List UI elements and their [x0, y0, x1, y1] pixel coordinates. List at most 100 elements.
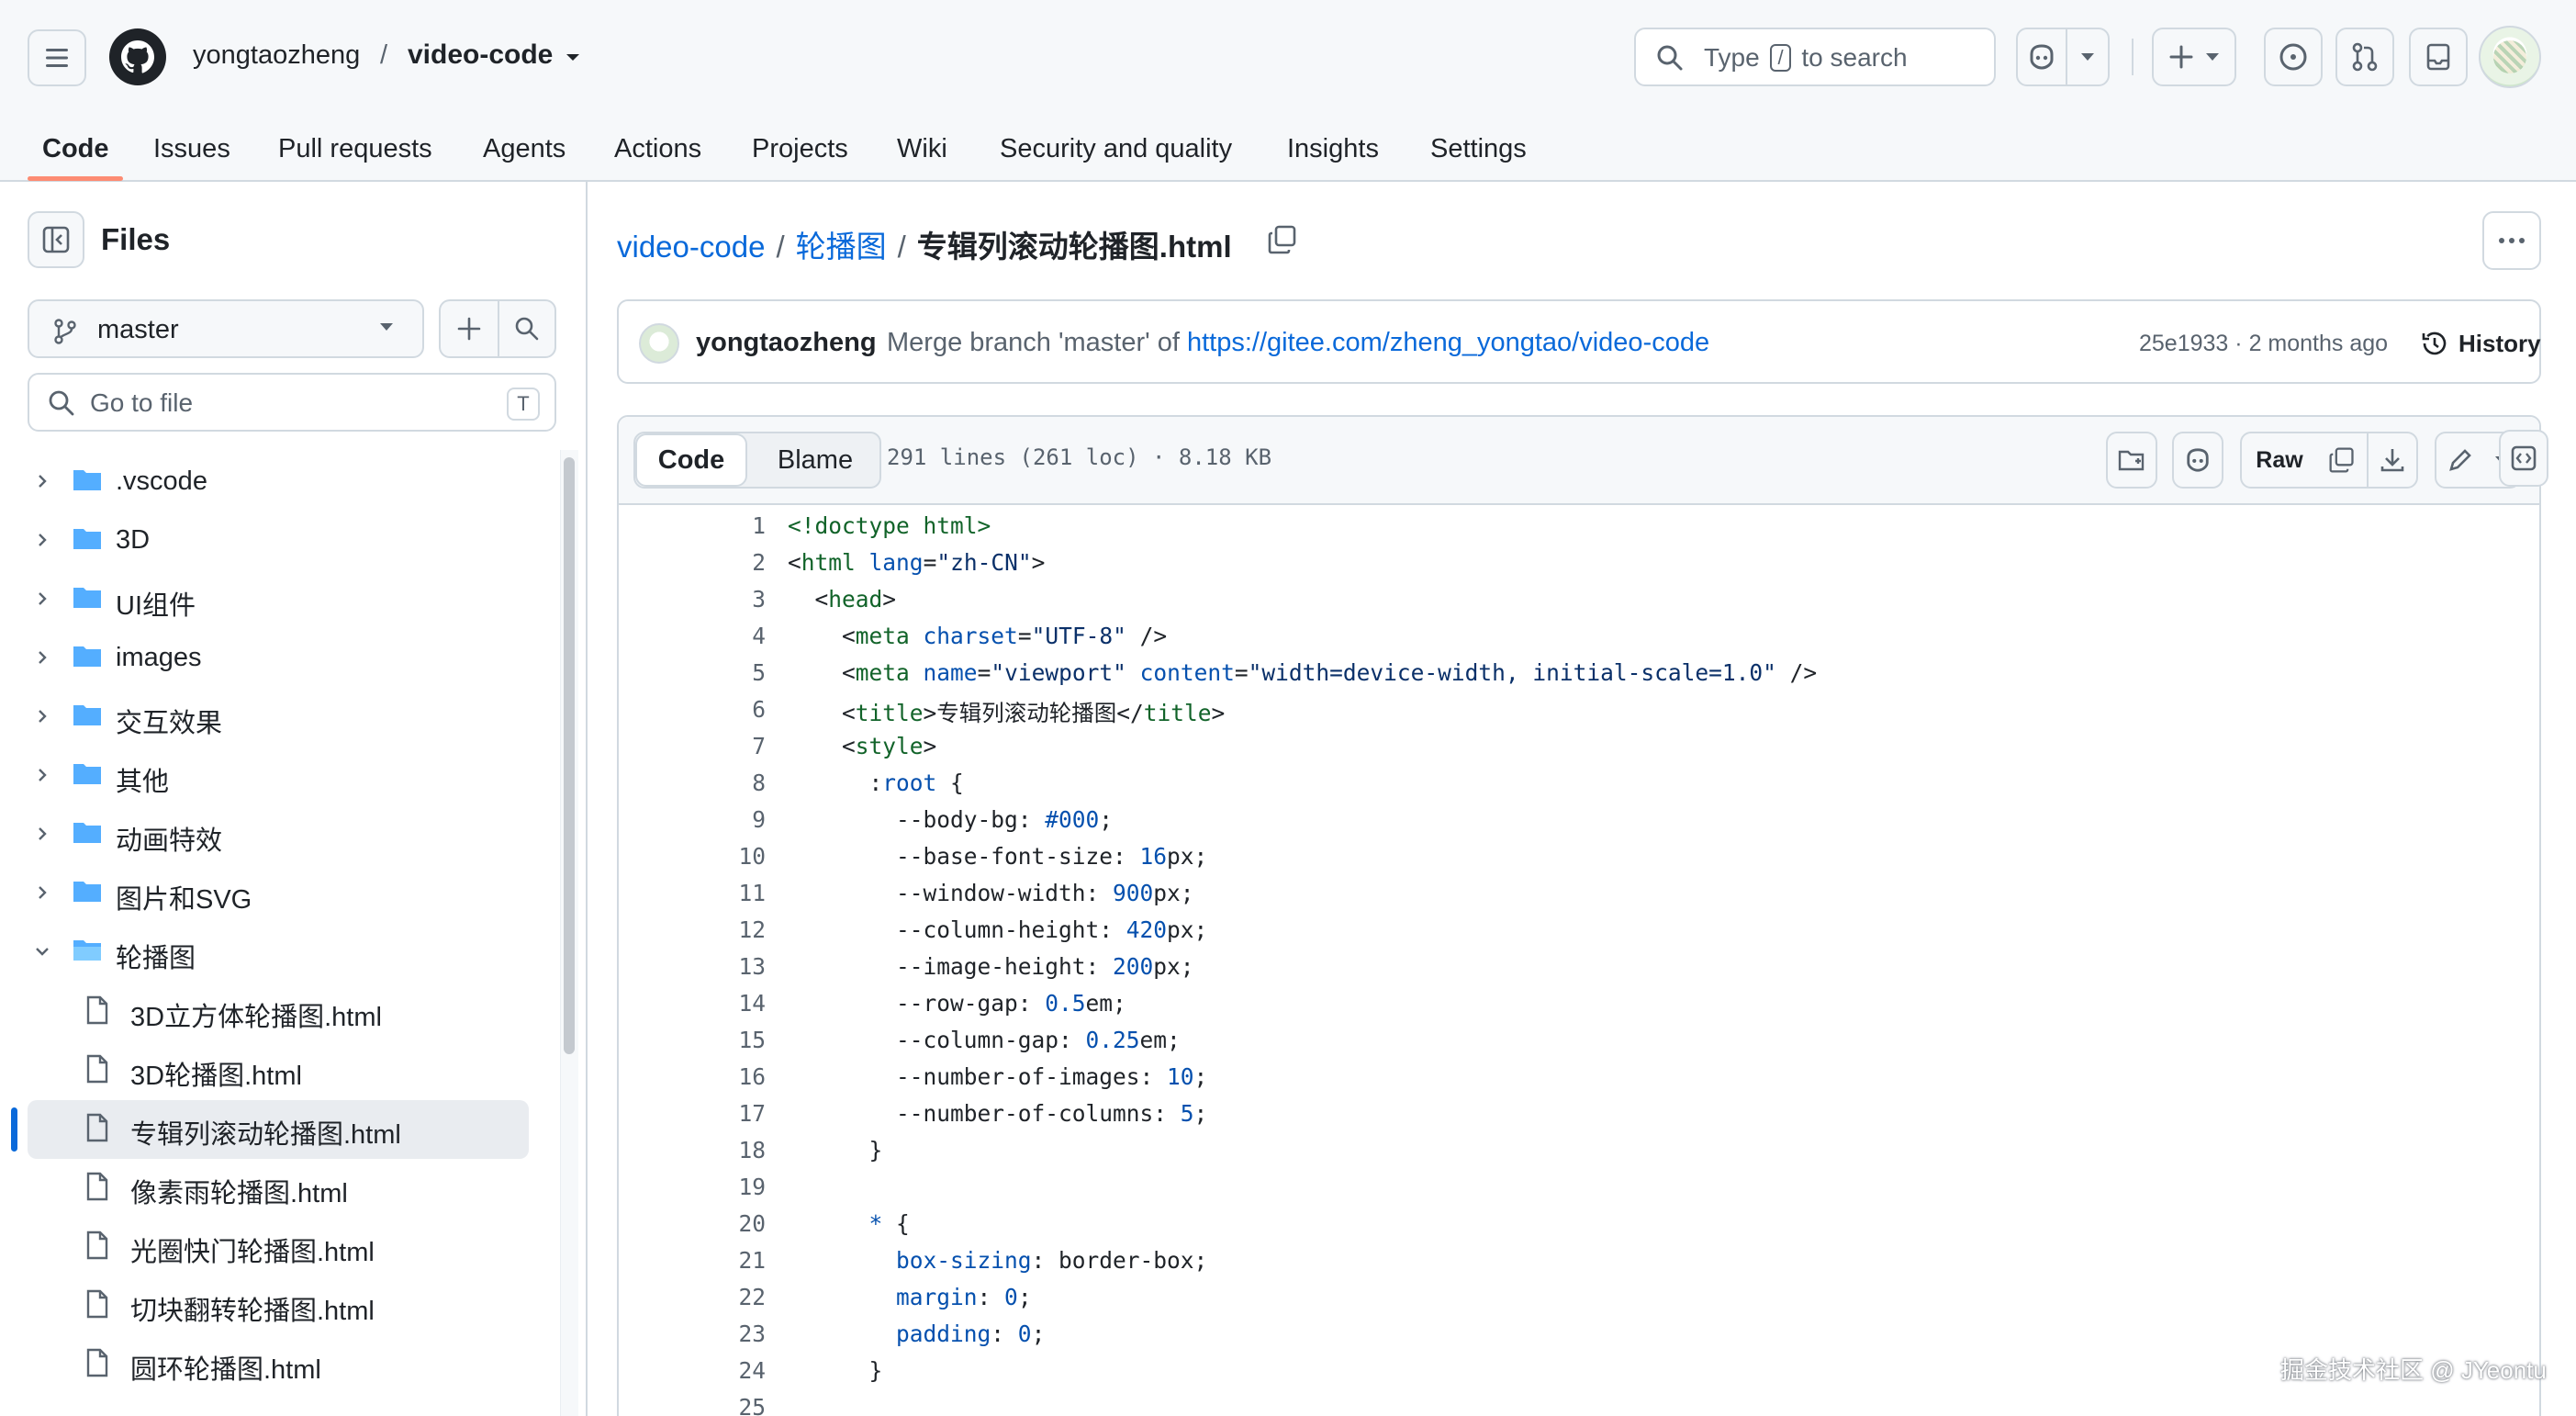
line-number[interactable]: 19 [655, 1174, 766, 1200]
tree-file[interactable]: 圆环轮播图.html [0, 1333, 551, 1392]
user-avatar[interactable] [2479, 26, 2541, 88]
breadcrumb-folder-link[interactable]: 轮播图 [796, 230, 887, 264]
search-files-button[interactable] [498, 299, 556, 358]
line-number[interactable]: 21 [655, 1247, 766, 1274]
tab-projects[interactable]: Projects [752, 123, 848, 174]
line-number[interactable]: 5 [655, 659, 766, 686]
github-logo-icon[interactable] [108, 28, 167, 86]
tab-wiki[interactable]: Wiki [897, 123, 947, 174]
chevron-right-icon[interactable] [33, 648, 51, 667]
line-number[interactable]: 8 [655, 770, 766, 796]
tree-folder[interactable]: 交互效果 [0, 687, 551, 746]
line-number[interactable]: 4 [655, 623, 766, 649]
tree-folder[interactable]: images [0, 628, 551, 687]
line-number[interactable]: 20 [655, 1210, 766, 1237]
raw-button[interactable]: Raw [2240, 432, 2319, 489]
tree-file[interactable]: 专辑列滚动轮播图.html [0, 1098, 551, 1159]
create-new-button[interactable] [2152, 28, 2236, 86]
line-number[interactable]: 18 [655, 1137, 766, 1163]
pull-requests-button[interactable] [2335, 28, 2394, 86]
line-number[interactable]: 2 [655, 549, 766, 576]
tab-actions[interactable]: Actions [614, 123, 701, 174]
owner-link[interactable]: yongtaozheng [193, 40, 360, 71]
folder-icon [73, 588, 101, 608]
copilot-menu-button[interactable] [2066, 28, 2110, 86]
sidebar-scrollbar[interactable] [564, 457, 575, 1054]
line-number[interactable]: 13 [655, 953, 766, 980]
search-placeholder: Type / to search [1704, 43, 1908, 72]
line-number[interactable]: 14 [655, 990, 766, 1017]
issues-button[interactable] [2264, 28, 2323, 86]
branch-selector[interactable]: master [28, 299, 424, 358]
code-view-button[interactable]: Code [635, 433, 747, 487]
tab-settings[interactable]: Settings [1430, 123, 1527, 174]
menu-button[interactable] [28, 29, 86, 86]
line-number[interactable]: 12 [655, 916, 766, 943]
line-number[interactable]: 9 [655, 806, 766, 833]
line-number[interactable]: 15 [655, 1027, 766, 1053]
commit-author[interactable]: yongtaozheng [696, 328, 877, 358]
collapse-sidebar-button[interactable] [28, 211, 84, 268]
inbox-button[interactable] [2409, 28, 2468, 86]
line-number[interactable]: 17 [655, 1100, 766, 1127]
edit-button[interactable] [2435, 432, 2486, 489]
line-number[interactable]: 7 [655, 733, 766, 759]
tree-folder[interactable]: 动画特效 [0, 804, 551, 863]
symbols-panel-button[interactable] [2499, 430, 2548, 487]
download-button[interactable] [2367, 432, 2418, 489]
tree-folder[interactable]: 图片和SVG [0, 863, 551, 922]
copilot-chat-file-button[interactable] [2106, 432, 2157, 489]
tab-code[interactable]: Code [42, 123, 109, 174]
line-number[interactable]: 23 [655, 1320, 766, 1347]
line-number[interactable]: 1 [655, 512, 766, 539]
line-number[interactable]: 16 [655, 1063, 766, 1090]
chevron-right-icon[interactable] [33, 590, 51, 608]
avatar[interactable] [639, 323, 679, 364]
tree-file[interactable]: 像素雨轮播图.html [0, 1157, 551, 1216]
tree-folder[interactable]: .vscode [0, 452, 551, 511]
tab-issues[interactable]: Issues [153, 123, 230, 174]
line-number[interactable]: 6 [655, 696, 766, 723]
tree-file[interactable]: 光圈快门轮播图.html [0, 1216, 551, 1275]
tree-file[interactable]: 切块翻转轮播图.html [0, 1275, 551, 1333]
code-viewer[interactable]: 1 <!doctype html> 2 <html lang="zh-CN"> 3 <h… [619, 507, 2539, 1416]
line-number[interactable]: 25 [655, 1394, 766, 1416]
blame-view-button[interactable]: Blame [749, 433, 879, 487]
copy-icon[interactable] [1267, 224, 1298, 255]
chevron-right-icon[interactable] [33, 766, 51, 784]
tree-file[interactable]: 3D轮播图.html [0, 1040, 551, 1098]
breadcrumb-repo-link[interactable]: video-code [617, 230, 765, 264]
search-input[interactable]: Type / to search [1634, 28, 1996, 86]
chevron-right-icon[interactable] [33, 883, 51, 902]
add-file-button[interactable] [439, 299, 498, 358]
chevron-down-icon[interactable] [33, 942, 51, 961]
tab-security[interactable]: Security and quality [1000, 123, 1232, 174]
repo-link[interactable]: video-code [408, 39, 553, 71]
tree-folder[interactable]: 其他 [0, 746, 551, 804]
go-to-file-input[interactable]: Go to file T [28, 373, 556, 432]
history-button[interactable]: History [2420, 329, 2541, 358]
tree-folder[interactable]: 3D [0, 511, 551, 569]
more-options-button[interactable] [2482, 211, 2541, 270]
tree-folder[interactable]: UI组件 [0, 569, 551, 628]
tab-pull-requests[interactable]: Pull requests [278, 123, 432, 174]
line-number[interactable]: 24 [655, 1357, 766, 1384]
commit-sha[interactable]: 25e1933 [2139, 331, 2228, 356]
tab-agents[interactable]: Agents [483, 123, 566, 174]
line-number[interactable]: 11 [655, 880, 766, 906]
line-number[interactable]: 3 [655, 586, 766, 612]
copilot-button[interactable] [2016, 28, 2067, 86]
line-number[interactable]: 22 [655, 1284, 766, 1310]
chevron-right-icon[interactable] [33, 531, 51, 549]
commit-link[interactable]: https://gitee.com/zheng_yongtao/video-co… [1187, 328, 1709, 357]
chevron-right-icon[interactable] [33, 825, 51, 843]
tab-insights[interactable]: Insights [1287, 123, 1379, 174]
copy-raw-button[interactable] [2317, 432, 2369, 489]
line-number[interactable]: 10 [655, 843, 766, 870]
copilot-ask-button[interactable] [2172, 432, 2223, 489]
tree-folder[interactable]: 轮播图 [0, 922, 551, 981]
tree-file[interactable]: 3D立方体轮播图.html [0, 981, 551, 1040]
chevron-right-icon[interactable] [33, 472, 51, 490]
chevron-right-icon[interactable] [33, 707, 51, 725]
chevron-down-icon[interactable] [562, 48, 584, 66]
